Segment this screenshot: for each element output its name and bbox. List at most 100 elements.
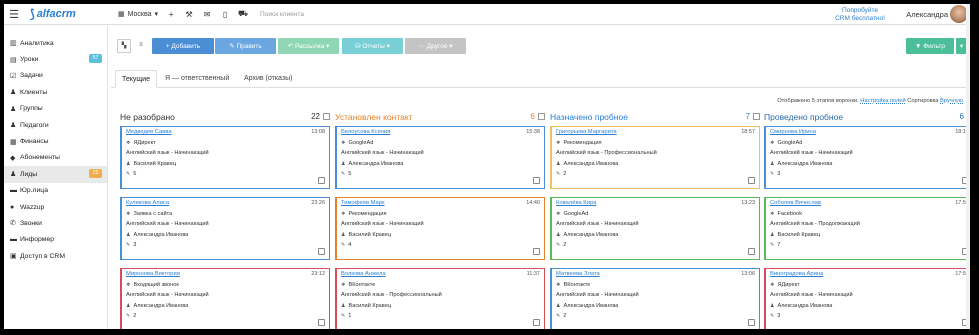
tab-current[interactable]: Текущие bbox=[115, 70, 157, 88]
sidebar-item-8[interactable]: ♟ Лиды 22 bbox=[4, 166, 107, 183]
lead-subject-value: Английский язык - Начинающий bbox=[341, 150, 424, 156]
lead-card[interactable]: Григорьева Маргарита 18:57 ❖ Рекомендация Ан… bbox=[550, 126, 760, 189]
lead-card[interactable]: Ковалёва Кира 13:23 ❖ GoogleAd Английский яз… bbox=[550, 197, 760, 260]
comment-icon: ✎ bbox=[556, 242, 561, 248]
lead-card[interactable]: Миронова Виктория 23:12 ❖ Входящий звонок Ан… bbox=[120, 268, 330, 329]
lead-subject: Английский язык - Начинающий bbox=[126, 221, 325, 227]
column-count: 6 bbox=[530, 112, 535, 121]
lead-select-checkbox[interactable] bbox=[748, 248, 755, 255]
sidebar-item-1[interactable]: ▤ Уроки 57 bbox=[4, 51, 107, 67]
field-settings-link[interactable]: Настройка полей bbox=[860, 98, 905, 104]
lead-comments-value: 2 bbox=[563, 242, 567, 248]
lead-name-link[interactable]: Матвеева Злата bbox=[556, 271, 755, 277]
lead-name-link[interactable]: Миронова Виктория bbox=[126, 271, 325, 277]
sidebar-item-4[interactable]: ♟ Группы bbox=[4, 101, 107, 117]
person-icon: ♟ bbox=[556, 231, 561, 238]
lead-manager: ♟ Александра Иванова bbox=[126, 303, 325, 309]
lead-time: 11:37 bbox=[526, 271, 540, 277]
sort-manual-link[interactable]: Вручную bbox=[940, 98, 963, 104]
lead-select-checkbox[interactable] bbox=[318, 319, 325, 326]
lead-comments: ✎ 3 bbox=[770, 313, 969, 319]
lead-source: ❖ ВКонтакте bbox=[556, 282, 755, 288]
user-name[interactable]: Александра bbox=[906, 10, 948, 19]
kanban-view-icon[interactable]: ▚ bbox=[117, 39, 131, 53]
reports-dropdown[interactable]: ⛁ Отчеты ▾ bbox=[342, 38, 403, 54]
lead-select-checkbox[interactable] bbox=[533, 319, 540, 326]
mailing-dropdown[interactable]: ↶ Рассылка ▾ bbox=[278, 38, 339, 54]
lead-select-checkbox[interactable] bbox=[318, 177, 325, 184]
lead-comments: ✎ 7 bbox=[770, 242, 969, 248]
lead-name-link[interactable]: Смирнова Ирина bbox=[770, 129, 969, 135]
other-dropdown[interactable]: ⋯ Другое ▾ bbox=[405, 38, 466, 54]
comment-icon: ✎ bbox=[770, 313, 775, 319]
lead-manager: ♟ Александра Иванова bbox=[770, 161, 969, 167]
add-button[interactable]: + Добавить bbox=[152, 38, 214, 54]
lead-card[interactable]: Белоусова Ксения 15:38 ❖ GoogleAd Английский… bbox=[335, 126, 545, 189]
list-view-icon[interactable]: ≡ bbox=[134, 39, 148, 53]
cart-icon[interactable]: ⛟ bbox=[234, 9, 252, 19]
lead-name-link[interactable]: Медведев Савва bbox=[126, 129, 325, 135]
lead-subject: Английский язык - Начинающий bbox=[556, 221, 755, 227]
lead-card[interactable]: Соболев Вячеслав 17:50 ❖ Facebook Английский… bbox=[764, 197, 970, 260]
lead-subject: Английский язык - Начинающий bbox=[556, 292, 755, 298]
sidebar-item-10[interactable]: ● Wazzup bbox=[4, 199, 107, 215]
sidebar-item-11[interactable]: ✆ Звонки bbox=[4, 215, 107, 231]
sidebar-item-12[interactable]: ▬ Информер bbox=[4, 232, 107, 248]
plus-icon[interactable]: + bbox=[162, 10, 180, 19]
mail-icon[interactable]: ✉ bbox=[198, 10, 216, 19]
lead-select-checkbox[interactable] bbox=[748, 319, 755, 326]
mobile-icon[interactable]: ▯ bbox=[216, 10, 234, 19]
lead-subject-value: Английский язык - Начинающий bbox=[126, 292, 209, 298]
lead-card[interactable]: Волкова Анжела 11:37 ❖ ВКонтакте Английский … bbox=[335, 268, 545, 329]
lead-name-link[interactable]: Волкова Анжела bbox=[341, 271, 540, 277]
lead-name-link[interactable]: Соболев Вячеслав bbox=[770, 200, 969, 206]
lead-name-link[interactable]: Куликова Алиса bbox=[126, 200, 325, 206]
lead-card[interactable]: Матвеева Злата 13:06 ❖ ВКонтакте Английский … bbox=[550, 268, 760, 329]
comment-icon: ✎ bbox=[126, 313, 131, 319]
vertical-scrollbar[interactable] bbox=[966, 4, 970, 329]
lead-card[interactable]: Тимофеев Марк 14:40 ❖ Рекомендация Английски… bbox=[335, 197, 545, 260]
lead-source-value: Входящий звонок bbox=[133, 281, 179, 288]
column-select-checkbox[interactable] bbox=[538, 113, 545, 120]
trial-link[interactable]: Попробуйте CRM бесплатно! bbox=[835, 7, 885, 23]
sidebar-item-7[interactable]: ◆ Абонементы bbox=[4, 150, 107, 166]
lead-card[interactable]: Виноградова Арина 17:50 ❖ ЯДирект Английский… bbox=[764, 268, 970, 329]
column-header: Установлен контакт 6 bbox=[335, 110, 545, 124]
lead-name-link[interactable]: Белоусова Ксения bbox=[341, 129, 540, 135]
column-select-checkbox[interactable] bbox=[753, 113, 760, 120]
lead-name-link[interactable]: Тимофеев Марк bbox=[341, 200, 540, 206]
client-search-input[interactable]: Поиск клиента bbox=[260, 11, 304, 18]
lead-subject-value: Английский язык - Начинающий bbox=[341, 221, 424, 227]
sidebar-item-13[interactable]: ▣ Доступ в CRM bbox=[4, 248, 107, 264]
lead-name-link[interactable]: Виноградова Арина bbox=[770, 271, 969, 277]
tab-archive[interactable]: Архив (отказы) bbox=[238, 70, 298, 88]
sidebar-item-5[interactable]: ♟ Педагоги bbox=[4, 117, 107, 133]
kanban-column: Проведено пробное 6 Смирнова Ирина 18:10 ❖ Go… bbox=[764, 110, 970, 329]
sidebar-item-2[interactable]: ☑ Задачи bbox=[4, 68, 107, 84]
sidebar-item-9[interactable]: ▬ Юр.лица bbox=[4, 183, 107, 199]
sidebar-item-0[interactable]: ▥ Аналитика bbox=[4, 35, 107, 51]
lead-select-checkbox[interactable] bbox=[533, 248, 540, 255]
lead-name-link[interactable]: Ковалёва Кира bbox=[556, 200, 755, 206]
sidebar-item-3[interactable]: ♟ Клиенты bbox=[4, 84, 107, 100]
lead-name-link[interactable]: Григорьева Маргарита bbox=[556, 129, 755, 135]
sidebar-item-6[interactable]: ▦ Финансы bbox=[4, 133, 107, 149]
lead-card[interactable]: Куликова Алиса 23:26 ❖ Заявка с сайта Англий… bbox=[120, 197, 330, 260]
city-selector[interactable]: ▦ Москва ▾ bbox=[114, 4, 162, 25]
column-select-checkbox[interactable] bbox=[323, 113, 330, 120]
column-header: Назначено пробное 7 bbox=[550, 110, 760, 124]
lead-select-checkbox[interactable] bbox=[533, 177, 540, 184]
column-title: Назначено пробное bbox=[550, 112, 628, 122]
lead-card[interactable]: Медведев Савва 13:08 ❖ ЯДирект Английский яз… bbox=[120, 126, 330, 189]
tab-responsible[interactable]: Я — ответственный bbox=[159, 70, 235, 88]
wrench-icon[interactable]: ⚒ bbox=[180, 10, 198, 19]
edit-button[interactable]: ✎ Править bbox=[215, 38, 276, 54]
count-badge: 22 bbox=[89, 169, 102, 179]
lead-select-checkbox[interactable] bbox=[318, 248, 325, 255]
lead-card[interactable]: Смирнова Ирина 18:10 ❖ GoogleAd Английский я… bbox=[764, 126, 970, 189]
filter-button[interactable]: ▼ Фильтр bbox=[906, 38, 954, 54]
lead-select-checkbox[interactable] bbox=[748, 177, 755, 184]
client-icon: ♟ bbox=[10, 89, 17, 97]
logo[interactable]: ⟆ alfacrm bbox=[30, 7, 104, 21]
hamburger-menu-icon[interactable]: ☰ bbox=[4, 8, 24, 21]
